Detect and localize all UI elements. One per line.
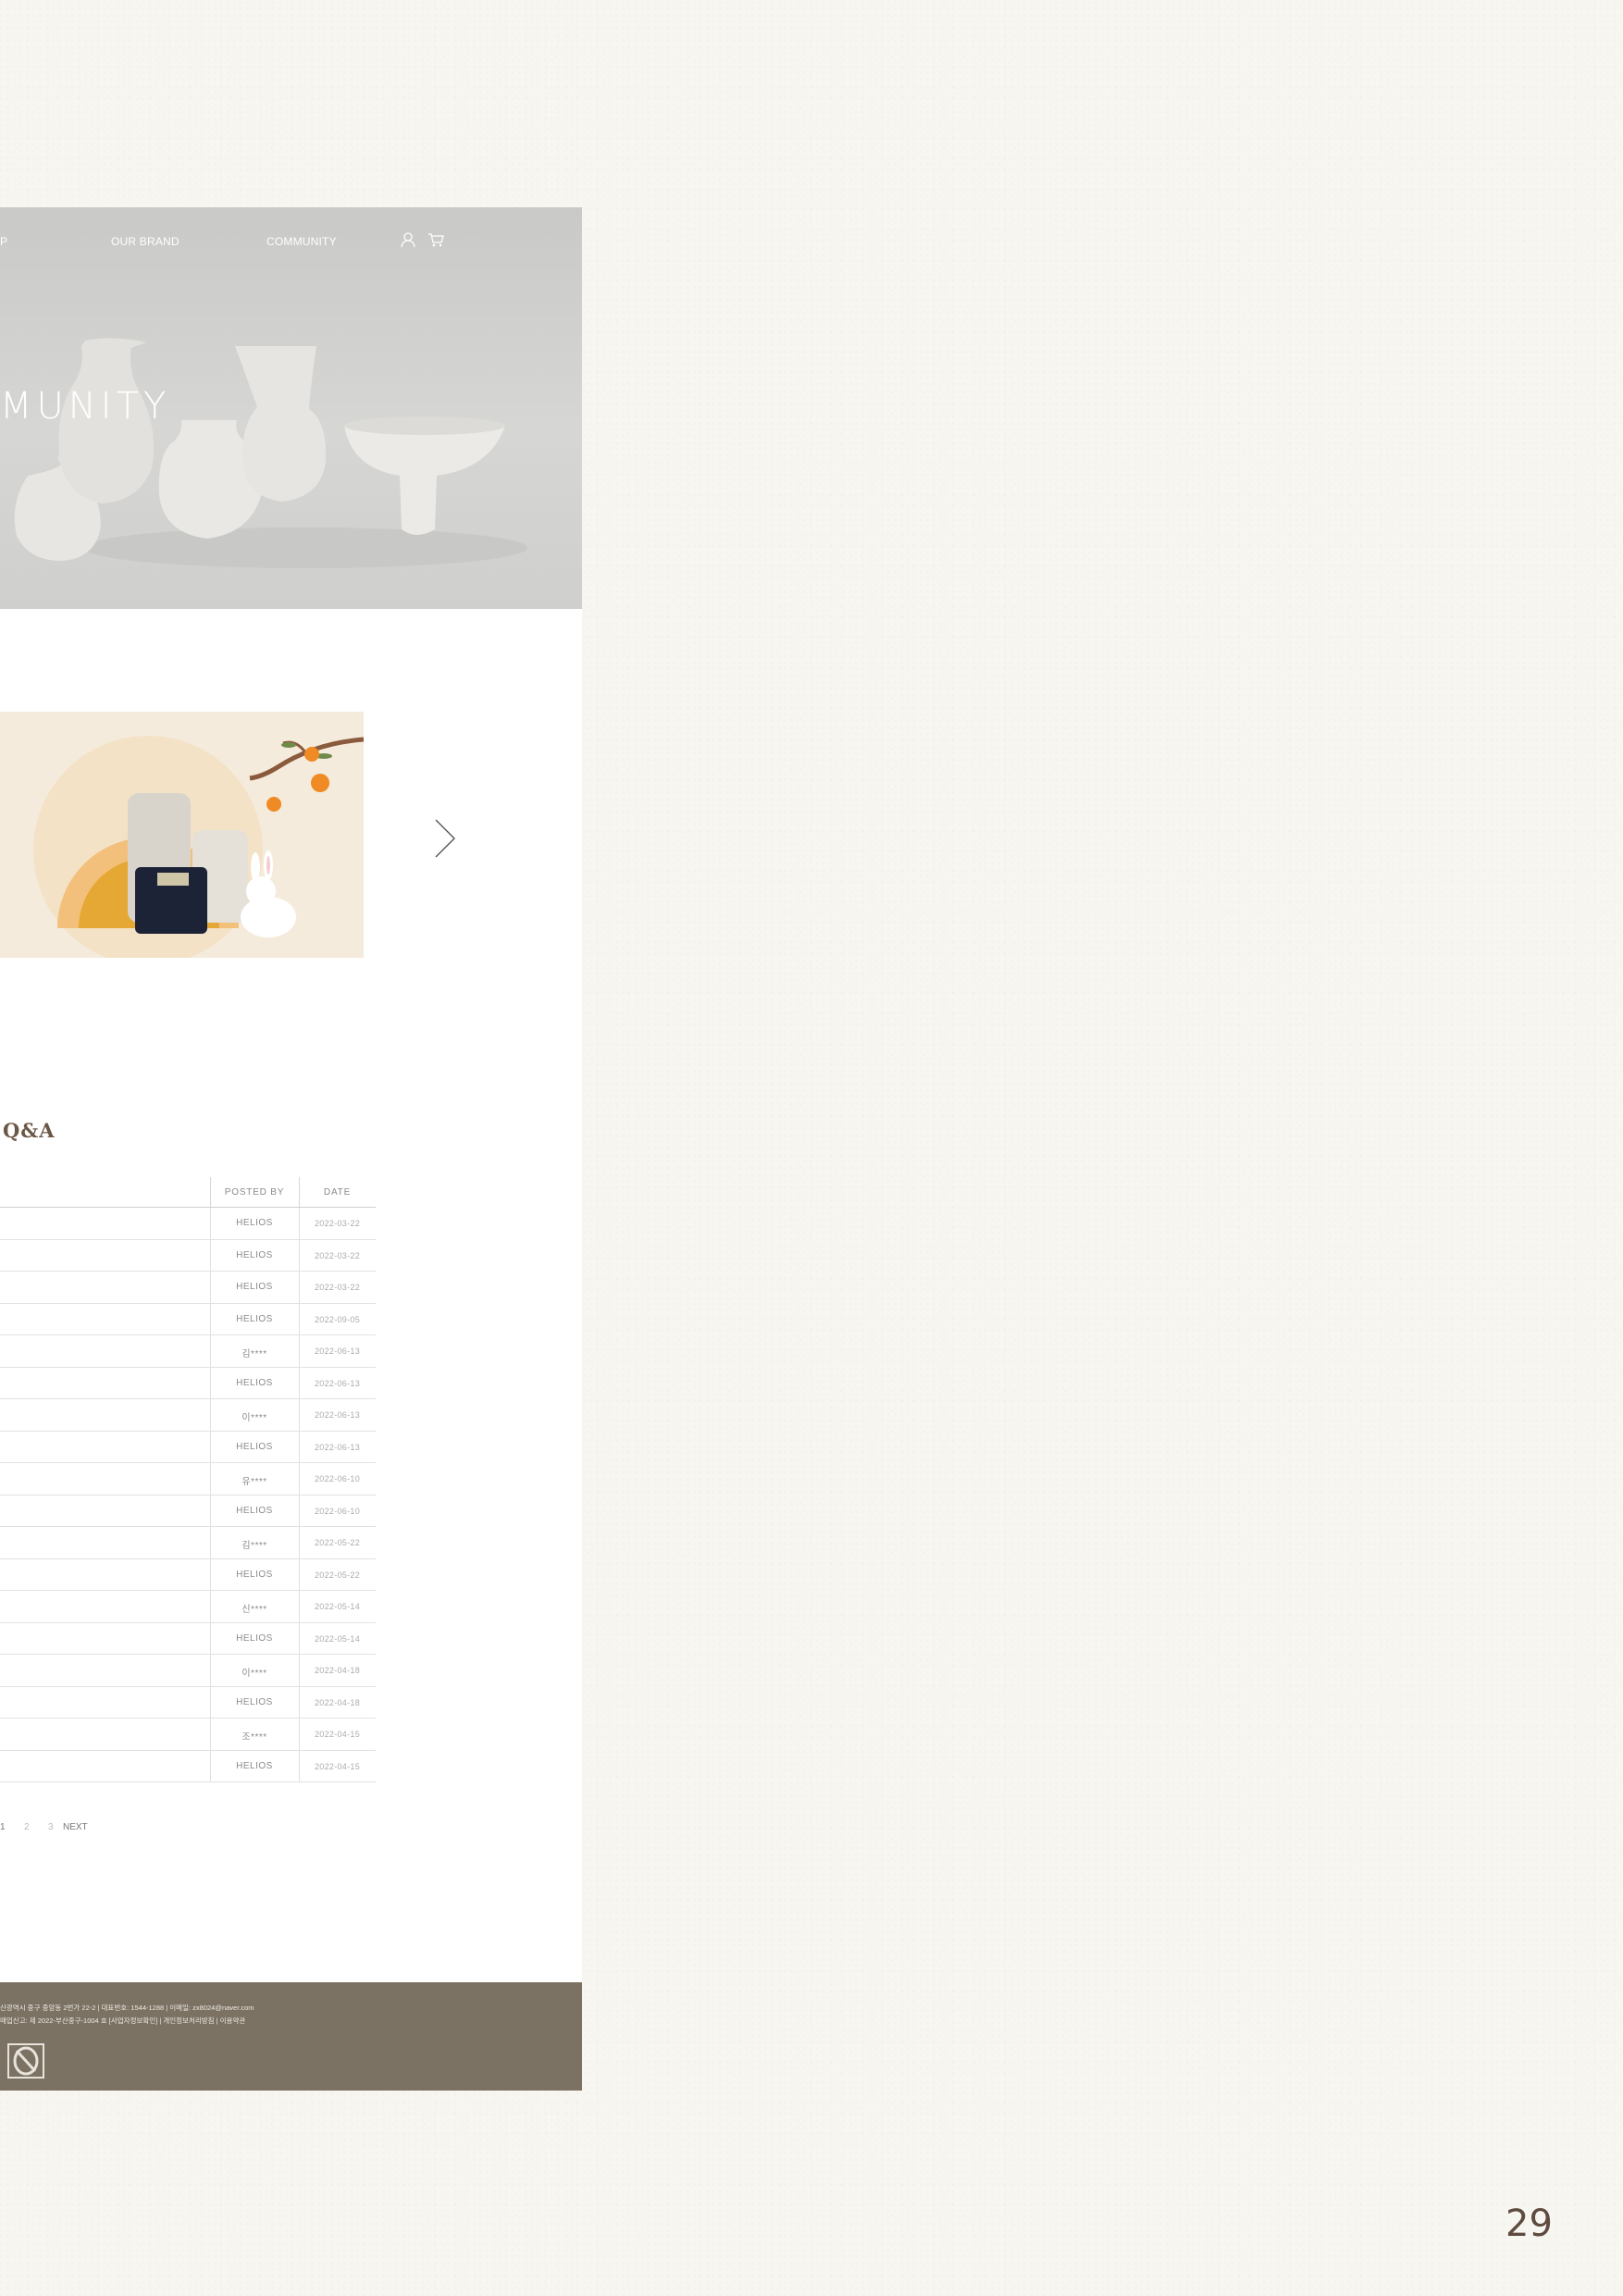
table-row[interactable]: HELIOS 2022-04-15	[0, 1750, 376, 1782]
row-date: 2022-06-10	[314, 1506, 361, 1516]
row-author: 김****	[242, 1349, 267, 1359]
row-date: 2022-05-14	[314, 1633, 361, 1644]
table-body: HELIOS 2022-03-22 HELIOS 2022-03-22 HELIOS 20…	[0, 1208, 376, 1782]
table-header: POSTED BY DATE	[0, 1177, 376, 1208]
row-author: HELIOS	[236, 1632, 273, 1644]
gift-illustration	[33, 736, 364, 958]
row-date: 2022-05-22	[314, 1538, 361, 1547]
row-author: 이****	[242, 1413, 267, 1423]
table-row[interactable]: 유**** 2022-06-10	[0, 1463, 376, 1496]
row-date: 2022-03-22	[314, 1283, 361, 1292]
table-row[interactable]: 조**** 2022-04-15	[0, 1719, 376, 1751]
row-author: 김****	[242, 1541, 267, 1551]
row-author: 이****	[242, 1669, 267, 1679]
row-date: 2022-03-22	[314, 1250, 361, 1260]
chevron-right-icon[interactable]	[433, 818, 457, 859]
cart-icon[interactable]	[427, 231, 444, 248]
row-date: 2022-05-22	[314, 1570, 361, 1580]
row-author: HELIOS	[236, 1569, 273, 1580]
nav-item-partial[interactable]: P	[0, 235, 7, 248]
qna-table: POSTED BY DATE HELIOS 2022-03-22 HELIOS 202…	[0, 1177, 376, 1782]
row-author: HELIOS	[236, 1441, 273, 1452]
footer-address: 산광역시 중구 중앙동 2번가 22-2 | 대표번호: 1544-1288 |…	[0, 2004, 254, 2012]
row-author: HELIOS	[236, 1218, 273, 1228]
table-row[interactable]: HELIOS 2022-06-13	[0, 1431, 376, 1463]
user-icon[interactable]	[400, 231, 416, 248]
table-row[interactable]: HELIOS 2022-09-05	[0, 1303, 376, 1335]
table-row[interactable]: HELIOS 2022-03-22	[0, 1239, 376, 1272]
hero-title: MUNITY	[0, 385, 171, 428]
row-date: 2022-04-18	[314, 1666, 361, 1675]
row-date: 2022-06-10	[314, 1474, 361, 1483]
row-date: 2022-03-22	[314, 1219, 361, 1228]
row-author: HELIOS	[236, 1760, 273, 1771]
table-row[interactable]: HELIOS 2022-03-22	[0, 1208, 376, 1240]
nav-item-our-brand[interactable]: OUR BRAND	[111, 235, 180, 248]
table-row[interactable]: HELIOS 2022-04-18	[0, 1686, 376, 1719]
table-row[interactable]: 김**** 2022-06-13	[0, 1335, 376, 1368]
row-date: 2022-04-15	[314, 1730, 361, 1739]
event-banner[interactable]	[0, 712, 364, 958]
row-author: HELIOS	[236, 1505, 273, 1516]
website-mockup: P OUR BRAND COMMUNITY MUNITY Q&A POSTED …	[0, 207, 582, 2091]
header-posted-by: POSTED BY	[224, 1187, 285, 1198]
page-3-link[interactable]: 3	[48, 1822, 54, 1832]
table-row[interactable]: 이**** 2022-06-13	[0, 1399, 376, 1432]
row-date: 2022-06-13	[314, 1347, 361, 1356]
row-date: 2022-04-15	[314, 1761, 361, 1771]
table-row[interactable]: HELIOS 2022-05-14	[0, 1622, 376, 1655]
page-number: 29	[1505, 2203, 1553, 2245]
table-row[interactable]: HELIOS 2022-06-10	[0, 1495, 376, 1527]
row-date: 2022-05-14	[314, 1602, 361, 1611]
row-date: 2022-06-13	[314, 1378, 361, 1388]
row-author: HELIOS	[236, 1377, 273, 1388]
next-page-link[interactable]: NEXT	[63, 1822, 88, 1832]
row-date: 2022-06-13	[314, 1410, 361, 1420]
table-row[interactable]: HELIOS 2022-06-13	[0, 1367, 376, 1399]
page-2-link[interactable]: 2	[24, 1822, 30, 1832]
site-footer: 산광역시 중구 중앙동 2번가 22-2 | 대표번호: 1544-1288 |…	[0, 1982, 582, 2091]
brand-logo[interactable]	[7, 2043, 44, 2079]
hero-banner: P OUR BRAND COMMUNITY MUNITY	[0, 207, 582, 609]
row-author: HELIOS	[236, 1249, 273, 1260]
row-date: 2022-06-13	[314, 1442, 361, 1452]
table-row[interactable]: 이**** 2022-04-18	[0, 1655, 376, 1687]
row-author: HELIOS	[236, 1282, 273, 1292]
table-row[interactable]: HELIOS 2022-05-22	[0, 1558, 376, 1591]
header-date: DATE	[323, 1187, 352, 1198]
board-title: Q&A	[3, 1119, 56, 1142]
row-author: HELIOS	[236, 1696, 273, 1707]
table-row[interactable]: 김**** 2022-05-22	[0, 1527, 376, 1559]
row-author: 조****	[242, 1732, 267, 1743]
table-row[interactable]: HELIOS 2022-03-22	[0, 1272, 376, 1304]
row-author: HELIOS	[236, 1313, 273, 1324]
row-date: 2022-09-05	[314, 1314, 361, 1324]
page-1-link[interactable]: 1	[0, 1822, 6, 1832]
row-date: 2022-04-18	[314, 1697, 361, 1707]
footer-business-info: 매업신고: 제 2022-부산중구-1004 호 [사업자정보확인] | 개인정…	[0, 2017, 246, 2025]
nav-item-community[interactable]: COMMUNITY	[266, 235, 337, 248]
row-author: 신****	[242, 1605, 267, 1615]
row-author: 유****	[242, 1477, 267, 1487]
table-row[interactable]: 신**** 2022-05-14	[0, 1591, 376, 1623]
